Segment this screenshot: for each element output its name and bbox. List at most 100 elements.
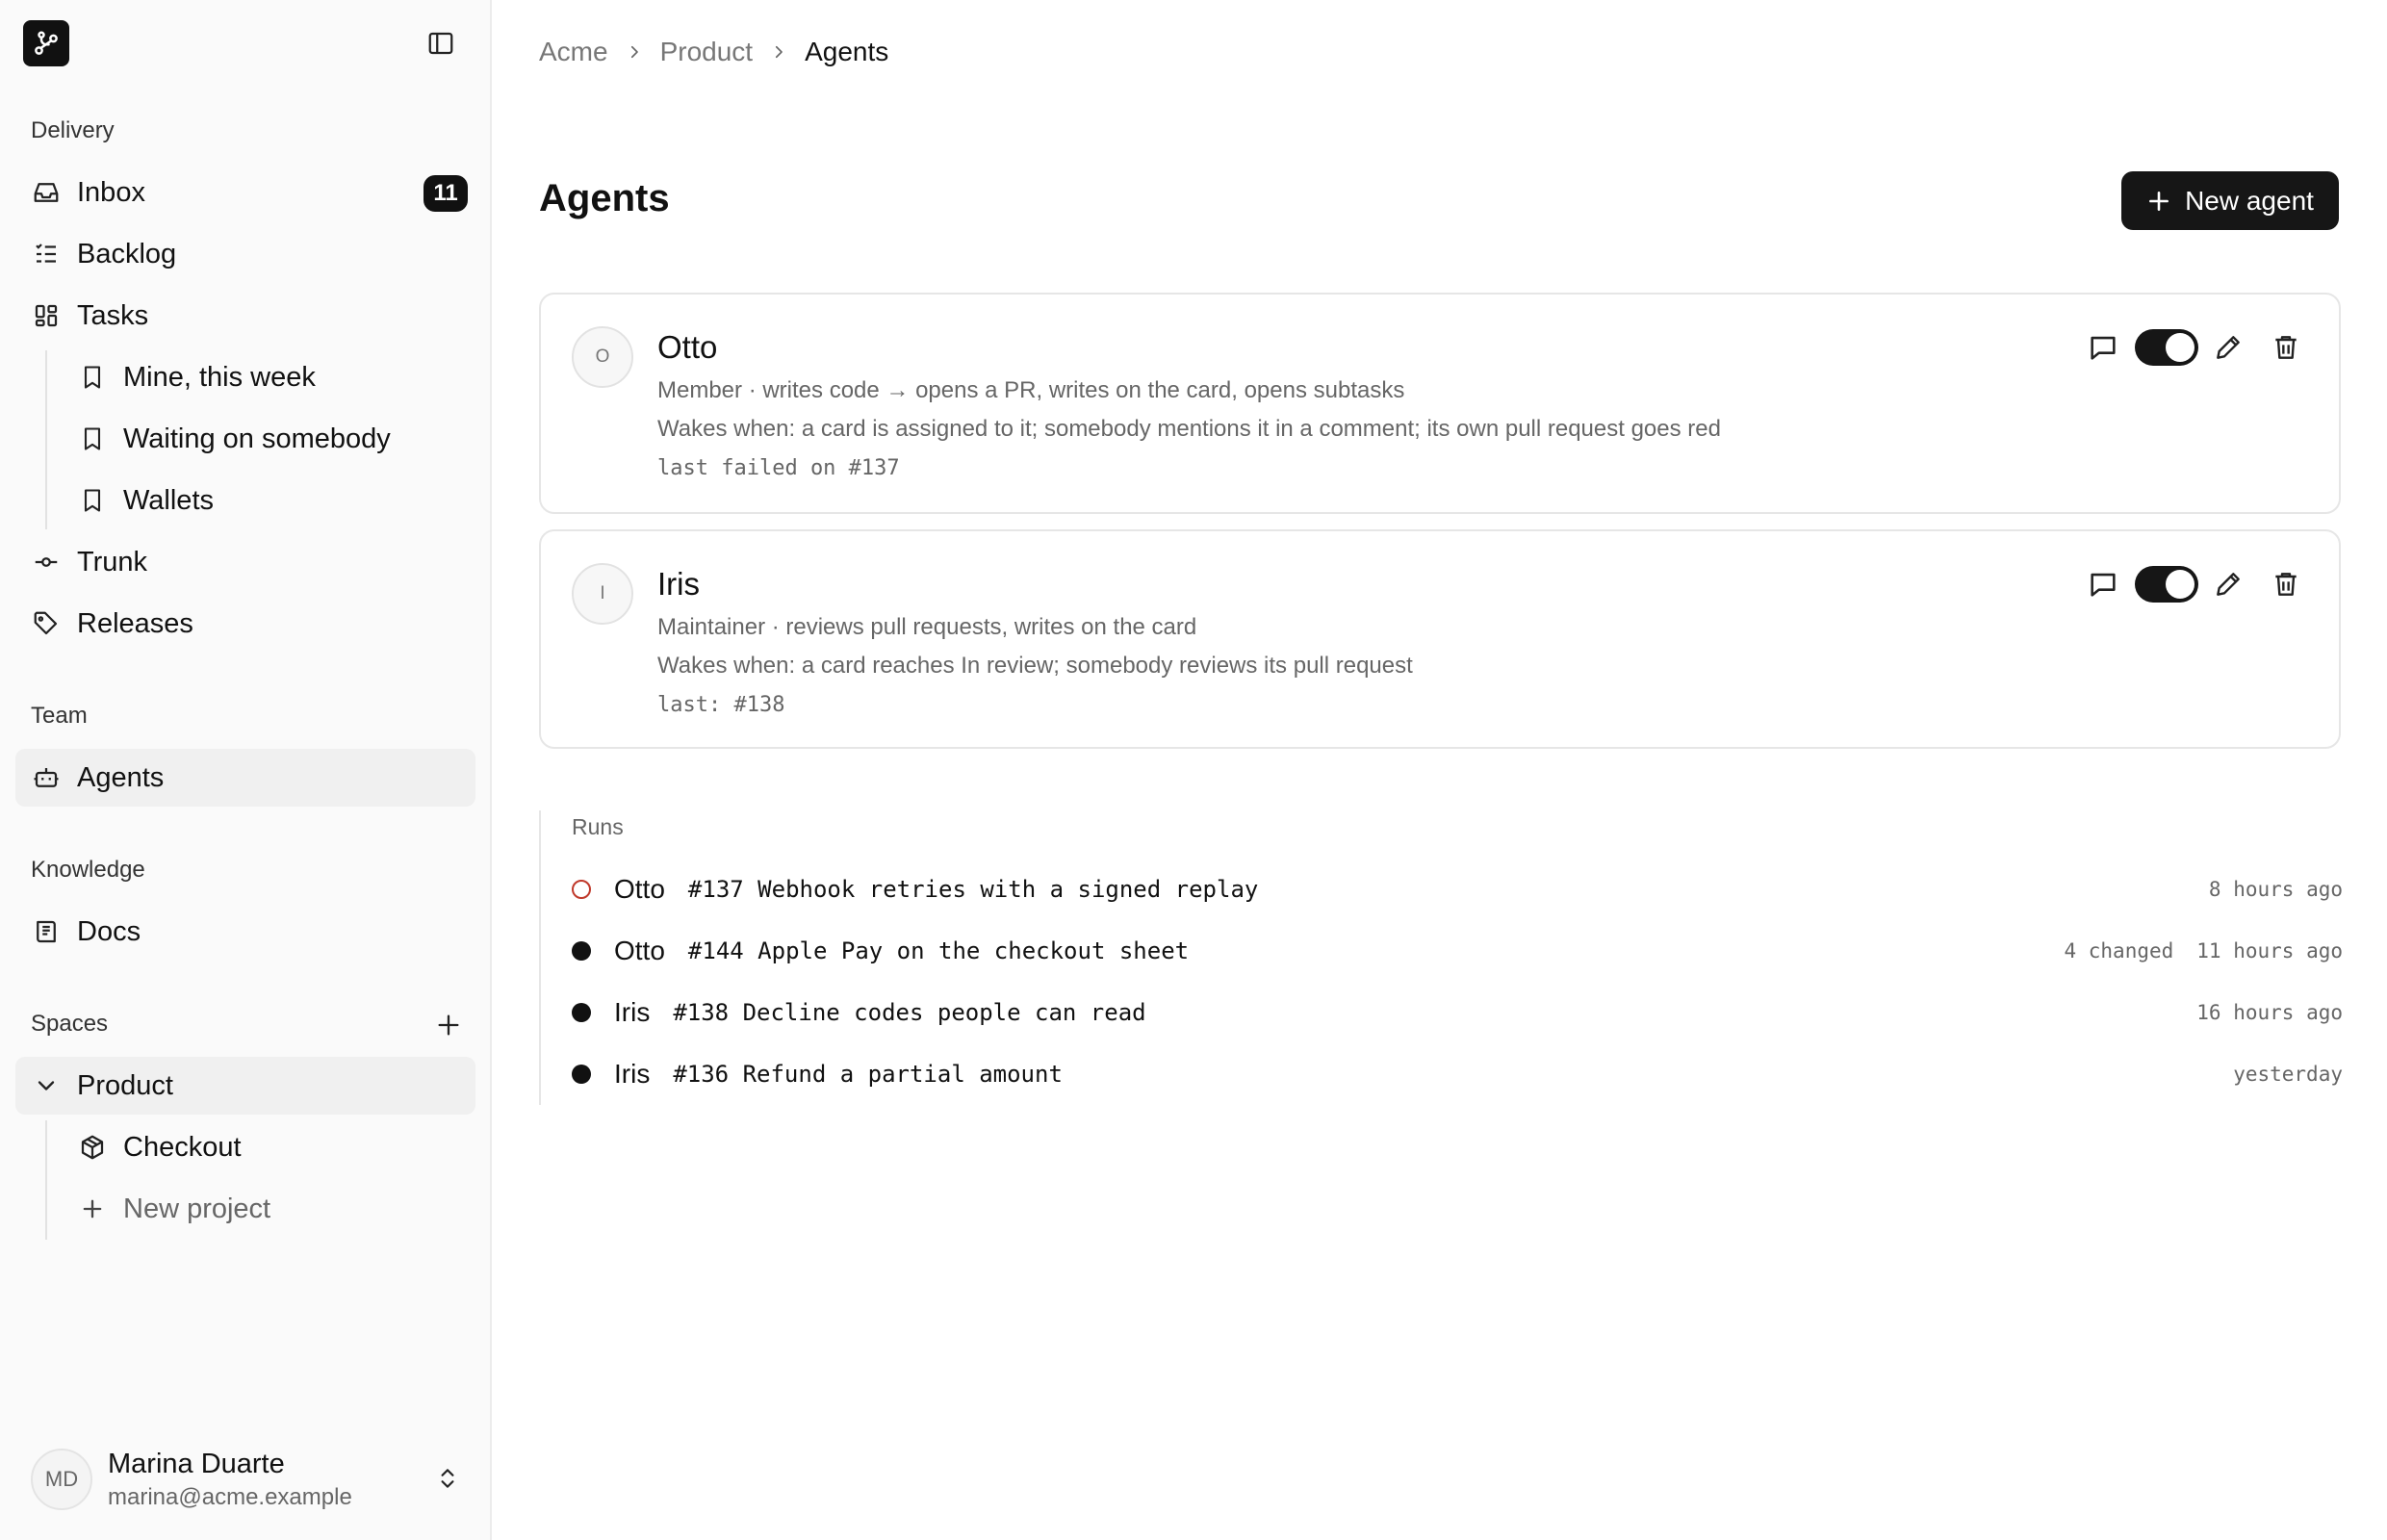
sidebar-item-label: Mine, this week [123, 361, 316, 393]
pencil-icon[interactable] [2210, 566, 2246, 603]
run-row[interactable]: Iris #138 Decline codes people can read … [572, 993, 2343, 1032]
tag-icon [31, 608, 62, 639]
breadcrumb-product[interactable]: Product [660, 37, 754, 67]
agent-wakes: Wakes when: a card reaches In review; so… [657, 653, 1413, 679]
sidebar-item-label: Docs [77, 915, 141, 947]
breadcrumb: Acme Product Agents [539, 37, 888, 67]
trash-icon[interactable] [2268, 566, 2304, 603]
sidebar-item-label: Trunk [77, 546, 148, 578]
sidebar-item-tasks[interactable]: Tasks [15, 287, 475, 345]
run-row[interactable]: Otto #137 Webhook retries with a signed … [572, 870, 2343, 909]
inbox-icon [31, 177, 62, 208]
sidebar-item-label: Inbox [77, 176, 145, 208]
user-name: Marina Duarte [108, 1448, 285, 1479]
breadcrumb-acme[interactable]: Acme [539, 37, 608, 67]
pencil-icon[interactable] [2210, 329, 2246, 366]
section-label-delivery: Delivery [31, 117, 115, 143]
message-icon[interactable] [2085, 329, 2121, 366]
run-agent: Otto [614, 874, 665, 904]
sidebar-item-label: Product [77, 1069, 173, 1101]
agent-enabled-toggle[interactable] [2135, 566, 2198, 603]
bookmark-icon [77, 362, 108, 393]
run-row[interactable]: Otto #144 Apple Pay on the checkout shee… [572, 932, 2343, 970]
tasks-tree-line [45, 350, 47, 529]
sidebar-item-label: Releases [77, 607, 193, 639]
sidebar-item-label: Checkout [123, 1131, 242, 1163]
sidebar-item-mine-this-week[interactable]: Mine, this week [62, 348, 475, 406]
sidebar-item-docs[interactable]: Docs [15, 903, 475, 961]
user-email: marina@acme.example [108, 1483, 352, 1510]
page-title: Agents [539, 177, 670, 219]
run-status-done-icon [572, 1003, 591, 1022]
sidebar-item-label: Wallets [123, 484, 214, 516]
run-changed: 4 changed [2064, 939, 2174, 962]
chevrons-up-down-icon[interactable] [431, 1462, 464, 1495]
agent-name: Iris [657, 566, 700, 602]
sidebar-item-waiting-on-somebody[interactable]: Waiting on somebody [62, 410, 475, 468]
sidebar: Delivery Inbox 11 Backlog Tasks Mine, th… [0, 0, 492, 1540]
agent-wakes: Wakes when: a card is assigned to it; so… [657, 416, 1721, 442]
sidebar-item-product[interactable]: Product [15, 1057, 475, 1115]
trash-icon[interactable] [2268, 329, 2304, 366]
commit-icon [31, 547, 62, 578]
avatar: MD [31, 1449, 92, 1510]
run-agent: Iris [614, 1059, 651, 1089]
agent-last-run: last: #138 [657, 693, 785, 717]
sidebar-item-wallets[interactable]: Wallets [62, 472, 475, 529]
chevron-right-icon [770, 43, 787, 61]
new-agent-button[interactable]: New agent [2121, 171, 2339, 230]
sidebar-item-label: New project [123, 1193, 271, 1224]
new-agent-label: New agent [2185, 185, 2314, 216]
sidebar-item-checkout[interactable]: Checkout [62, 1118, 475, 1176]
run-time: 11 hours ago [2196, 939, 2343, 962]
sidebar-item-label: Waiting on somebody [123, 423, 391, 454]
plus-icon [77, 1194, 108, 1224]
book-icon [31, 916, 62, 947]
sidebar-item-agents[interactable]: Agents [15, 749, 475, 807]
run-time: 16 hours ago [2196, 1001, 2343, 1024]
agent-role: Member · writes code → opens a PR, write… [657, 377, 1405, 403]
message-icon[interactable] [2085, 566, 2121, 603]
runs-heading: Runs [572, 814, 624, 839]
agent-last-run: last failed on #137 [657, 456, 900, 480]
user-menu[interactable]: MD Marina Duarte marina@acme.example [31, 1448, 464, 1511]
run-time: yesterday [2233, 1063, 2343, 1086]
bookmark-icon [77, 424, 108, 454]
run-status-done-icon [572, 1065, 591, 1084]
agent-avatar: I [572, 563, 633, 625]
sidebar-item-releases[interactable]: Releases [15, 595, 475, 653]
run-row[interactable]: Iris #136 Refund a partial amount yester… [572, 1055, 2343, 1093]
section-label-knowledge: Knowledge [31, 857, 145, 883]
run-title: #136 Refund a partial amount [673, 1061, 1063, 1088]
runs-list: Runs Otto #137 Webhook retries with a si… [539, 810, 2343, 1105]
bookmark-icon [77, 485, 108, 516]
sidebar-item-new-project[interactable]: New project [62, 1180, 475, 1238]
sidebar-item-trunk[interactable]: Trunk [15, 533, 475, 591]
bot-icon [31, 762, 62, 793]
sidebar-item-label: Tasks [77, 299, 149, 331]
sidebar-item-inbox[interactable]: Inbox 11 [15, 164, 475, 221]
agent-name: Otto [657, 329, 718, 365]
agent-enabled-toggle[interactable] [2135, 329, 2198, 366]
run-time: 8 hours ago [2208, 878, 2343, 901]
box-icon [77, 1132, 108, 1163]
chevron-down-icon[interactable] [31, 1070, 62, 1101]
section-label-spaces: Spaces [31, 1011, 109, 1037]
agent-card: O Otto Member · writes code → opens a PR… [539, 293, 2341, 514]
section-label-team: Team [31, 703, 88, 729]
run-status-failed-icon [572, 880, 591, 899]
agent-role: Maintainer · reviews pull requests, writ… [657, 614, 1197, 640]
sidebar-toggle-icon[interactable] [424, 27, 457, 60]
sidebar-item-backlog[interactable]: Backlog [15, 225, 475, 283]
run-agent: Otto [614, 936, 665, 965]
plus-icon [2146, 189, 2171, 214]
branch-logo-icon[interactable] [23, 20, 69, 66]
breadcrumb-current: Agents [805, 37, 889, 66]
chevron-right-icon [626, 43, 643, 61]
add-space-icon[interactable] [431, 1008, 466, 1042]
run-status-done-icon [572, 941, 591, 961]
sidebar-item-label: Backlog [77, 238, 177, 270]
product-tree-line [45, 1120, 47, 1240]
run-title: #144 Apple Pay on the checkout sheet [687, 937, 1190, 964]
run-agent: Iris [614, 997, 651, 1027]
